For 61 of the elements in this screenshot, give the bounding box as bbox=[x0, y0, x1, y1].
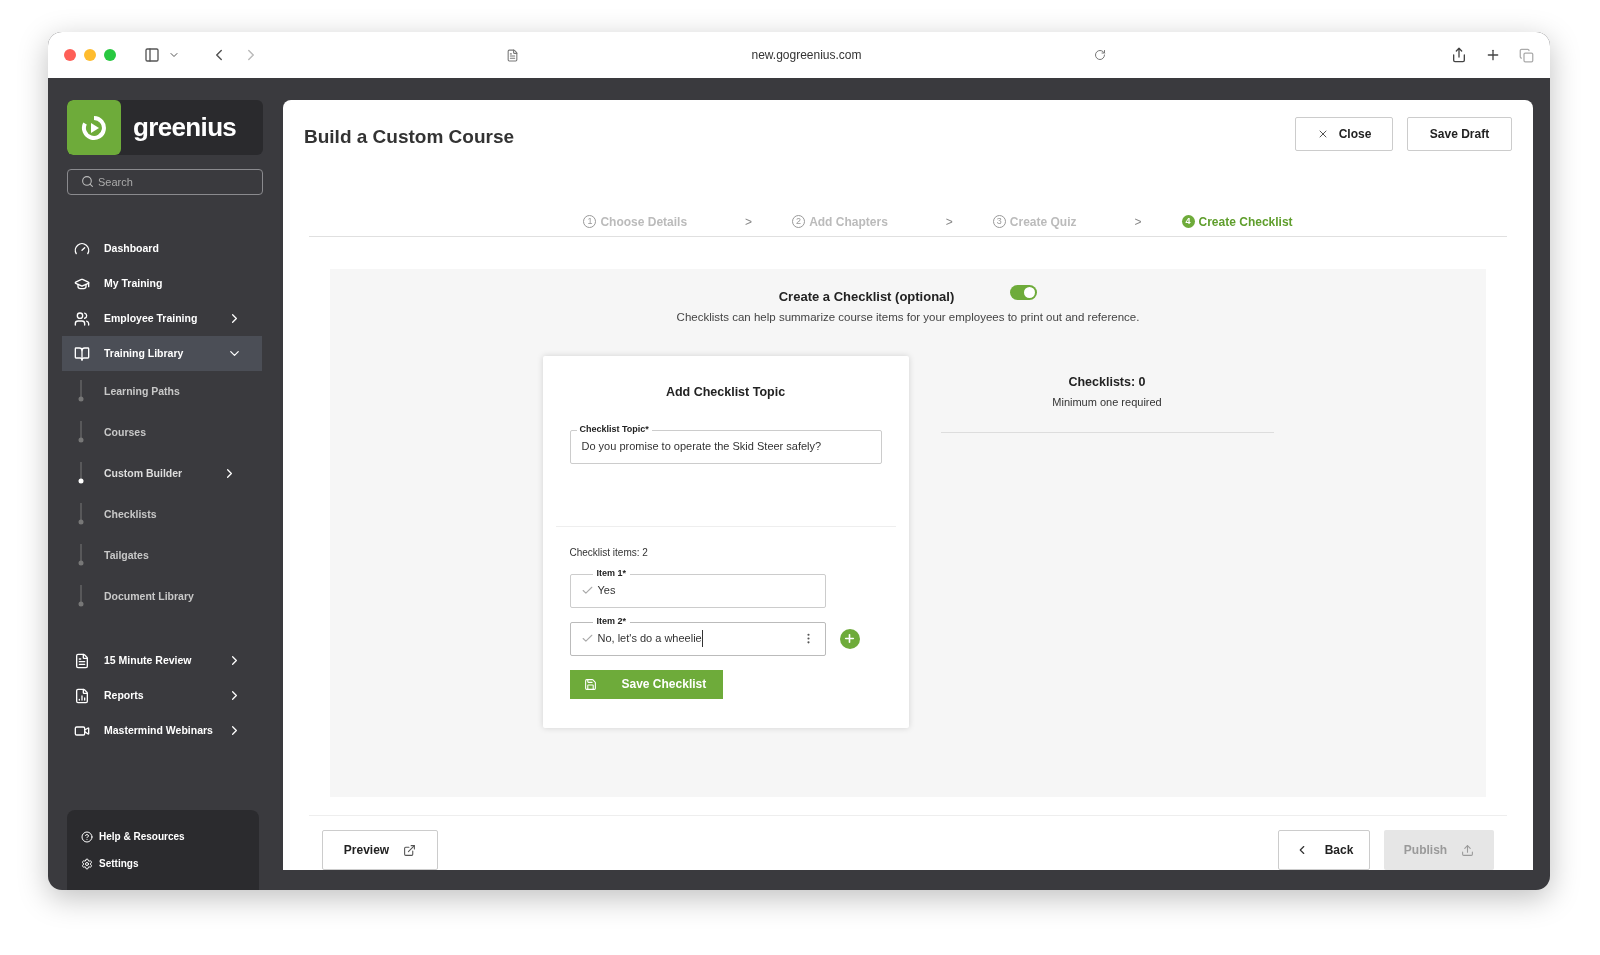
preview-button[interactable]: Preview bbox=[322, 830, 438, 870]
section-title: Create a Checklist (optional) bbox=[778, 288, 955, 307]
minimize-window-button[interactable] bbox=[84, 49, 96, 61]
page-title: Build a Custom Course bbox=[304, 125, 515, 149]
external-link-icon bbox=[403, 843, 417, 857]
document-icon bbox=[74, 652, 90, 669]
step-separator: > bbox=[945, 213, 953, 231]
sidebar-footer-link[interactable]: Settings bbox=[81, 856, 259, 871]
search-field[interactable]: Search bbox=[67, 169, 263, 195]
sidebar-item[interactable]: Mastermind Webinars bbox=[62, 713, 262, 748]
help-icon bbox=[81, 830, 93, 843]
field-value: Yes bbox=[597, 583, 616, 599]
sidebar-item[interactable]: Employee Training bbox=[62, 301, 262, 336]
items-count: Checklist items: 2 bbox=[569, 545, 649, 560]
add-item-button[interactable] bbox=[839, 628, 860, 649]
close-window-button[interactable] bbox=[64, 49, 76, 61]
step-separator: > bbox=[1134, 213, 1142, 231]
tabs-overview-icon[interactable] bbox=[1519, 47, 1534, 63]
step-number: 4 bbox=[1181, 215, 1195, 229]
sidebar-item[interactable]: Training Library bbox=[62, 336, 262, 371]
save-draft-button[interactable]: Save Draft bbox=[1407, 117, 1512, 151]
sidebar-subitem[interactable]: Custom Builder bbox=[104, 465, 183, 482]
reload-icon[interactable] bbox=[1094, 49, 1106, 61]
people-icon bbox=[74, 310, 90, 327]
upload-icon bbox=[1461, 843, 1475, 857]
field-label: Checklist Topic* bbox=[576, 422, 652, 437]
gauge-icon bbox=[74, 240, 90, 257]
settings-icon bbox=[81, 857, 93, 870]
book-icon bbox=[74, 345, 90, 362]
sidebar-item[interactable]: My Training bbox=[62, 266, 262, 301]
step-separator: > bbox=[745, 213, 753, 231]
sidebar-item[interactable]: 15 Minute Review bbox=[62, 643, 262, 678]
section-description: Checklists can help summarize course items for your employees to print out and reference. bbox=[676, 309, 1140, 325]
maximize-window-button[interactable] bbox=[104, 49, 116, 61]
search-icon bbox=[81, 175, 94, 188]
sidebar-item[interactable]: Reports bbox=[62, 678, 262, 713]
sidebar-subitem[interactable]: Document Library bbox=[104, 588, 194, 605]
sidebar-subitem[interactable]: Checklists bbox=[104, 506, 157, 523]
plus-icon bbox=[843, 632, 856, 646]
summary-subtitle: Minimum one required bbox=[1052, 394, 1162, 410]
close-button[interactable]: Close bbox=[1295, 117, 1393, 151]
sidebar-toggle-icon[interactable] bbox=[144, 47, 160, 63]
sidebar-subitem[interactable]: Tailgates bbox=[104, 547, 149, 564]
field-value: No, let's do a wheelie bbox=[597, 630, 703, 647]
logo-mark-icon bbox=[67, 100, 121, 155]
sidebar-subitem[interactable]: Learning Paths bbox=[104, 383, 180, 400]
toggle-switch[interactable] bbox=[1010, 285, 1038, 301]
sidebar-footer-link[interactable]: Help & Resources bbox=[81, 829, 259, 844]
summary-title: Checklists: 0 bbox=[1068, 374, 1146, 391]
chart-document-icon bbox=[74, 687, 90, 704]
page-icon bbox=[506, 48, 519, 62]
sidebar-item[interactable]: Dashboard bbox=[62, 231, 262, 266]
sidebar-subitem[interactable]: Courses bbox=[104, 424, 146, 441]
back-button[interactable]: Back bbox=[1278, 830, 1370, 870]
card-title: Add Checklist Topic bbox=[664, 384, 787, 401]
share-icon[interactable] bbox=[1451, 47, 1467, 63]
url-text: new.gogreenius.com bbox=[750, 47, 863, 64]
field-value: Do you promise to operate the Skid Steer safely? bbox=[581, 439, 822, 455]
new-tab-icon[interactable] bbox=[1485, 47, 1501, 63]
logo-text: greenius bbox=[133, 111, 237, 144]
save-icon bbox=[583, 677, 597, 691]
